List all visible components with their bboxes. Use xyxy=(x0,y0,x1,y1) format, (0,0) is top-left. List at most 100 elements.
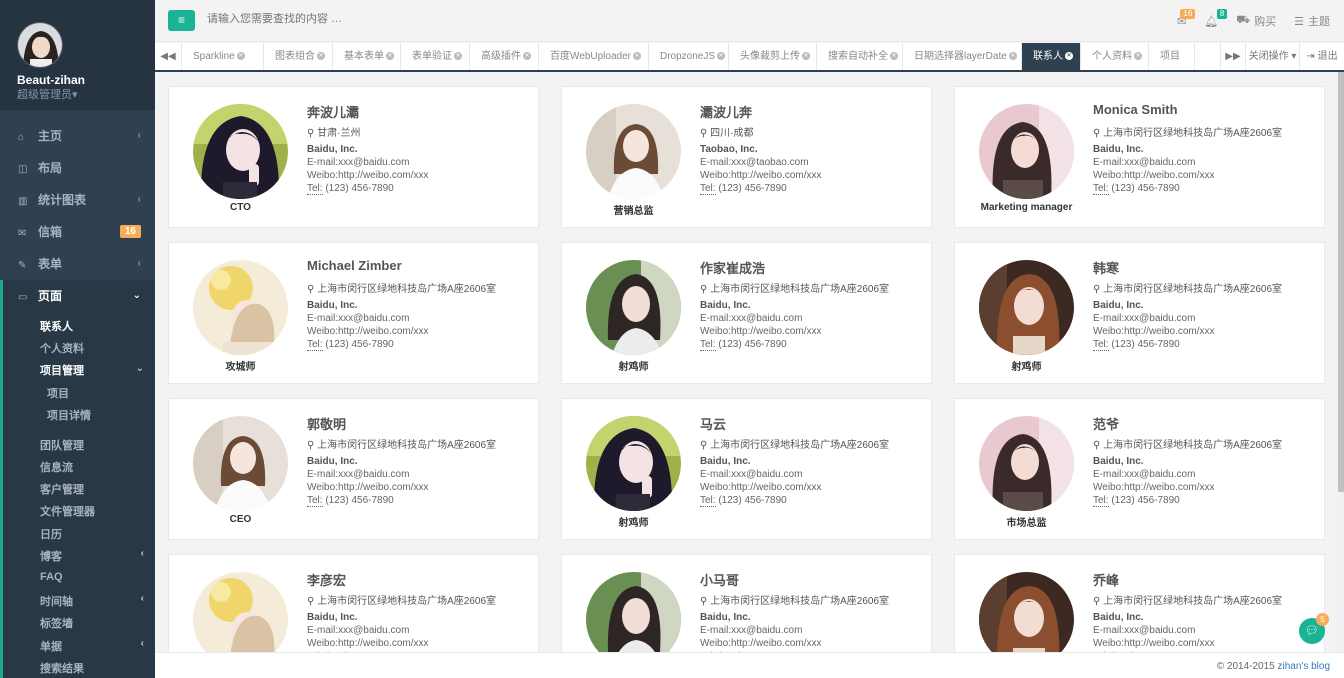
tab-scroll-right-button[interactable]: ▶▶ xyxy=(1220,43,1246,70)
contact-photo xyxy=(586,260,681,355)
contact-location: ⚲ 上海市闵行区绿地科技岛广场A座2606室 xyxy=(1093,280,1282,295)
buy-link[interactable]: ⛟ 购买 xyxy=(1236,13,1276,29)
contact-card[interactable]: Marketing manager Monica Smith ⚲ 上海市闵行区绿地科… xyxy=(954,86,1325,228)
sidebar-item-2[interactable]: ▥ 统计图表 ‹ xyxy=(0,184,155,216)
tab-close-icon[interactable]: ✕ xyxy=(632,52,641,61)
subnav-project-detail[interactable]: 项目详情 xyxy=(47,407,91,423)
bar-chart-icon: ▥ xyxy=(18,196,28,207)
contact-phone: Tel: (123) 456-7890 xyxy=(700,339,787,351)
pages-subnav: 联系人 个人资料 项目管理 ⌄ 项目 项目详情 团队管理 信息流 客户管理 文件管… xyxy=(0,310,155,678)
contact-card[interactable]: 射鸡师 马云 ⚲ 上海市闵行区绿地科技岛广场A座2606室 Baidu, Inc. E-… xyxy=(561,398,932,540)
subnav-faq[interactable]: FAQ xyxy=(40,571,63,583)
user-name[interactable]: Beaut-zihan xyxy=(17,73,85,87)
tab-4[interactable]: 高级插件 ✕ xyxy=(470,43,539,70)
contact-location-text: 上海市闵行区绿地科技岛广场A座2606室 xyxy=(710,596,890,607)
tab-close-icon[interactable]: ✕ xyxy=(890,52,898,61)
tab-close-icon[interactable]: ✕ xyxy=(523,52,531,61)
map-marker-icon: ⚲ xyxy=(1093,596,1104,607)
contact-email: E-mail:xxx@baidu.com xyxy=(1093,469,1196,480)
tab-1[interactable]: 图表组合 ✕ xyxy=(264,43,333,70)
scrollbar-thumb[interactable] xyxy=(1338,72,1344,492)
theme-link[interactable]: ☰ 主题 xyxy=(1294,13,1330,29)
tab-9[interactable]: 日期选择器layerDate ✕ xyxy=(903,43,1022,70)
subnav-calendar[interactable]: 日历 xyxy=(40,526,62,542)
subnav-profile[interactable]: 个人资料 xyxy=(40,340,84,356)
tab-close-icon[interactable]: ✕ xyxy=(317,52,325,61)
content-scrollbar[interactable] xyxy=(1338,72,1344,652)
subnav-clients[interactable]: 客户管理 xyxy=(40,481,84,497)
user-avatar[interactable] xyxy=(17,22,63,68)
subnav-search-results[interactable]: 搜索结果 xyxy=(40,660,84,676)
subnav-tags[interactable]: 标签墙 xyxy=(40,615,73,631)
tab-scroll-left-button[interactable]: ◀◀ xyxy=(155,43,182,70)
contact-card[interactable]: 攻城师 Michael Zimber ⚲ 上海市闵行区绿地科技岛广场A座2606室 B… xyxy=(168,242,539,384)
logout-button[interactable]: ⇥ 退出 xyxy=(1300,43,1344,70)
tab-0[interactable]: Sparkline ✕ xyxy=(182,43,264,70)
contact-card[interactable]: CEO 郭敬明 ⚲ 上海市闵行区绿地科技岛广场A座2606室 Baidu, Inc. E… xyxy=(168,398,539,540)
chevron-left-icon: ‹ xyxy=(140,548,144,559)
tab-close-icon[interactable]: ✕ xyxy=(717,52,726,61)
user-role-dropdown[interactable]: 超级管理员▾ xyxy=(17,86,78,102)
mail-notification[interactable]: ✉ 16 xyxy=(1177,8,1196,28)
contact-card[interactable]: 乔峰 ⚲ 上海市闵行区绿地科技岛广场A座2606室 Baidu, Inc. E-mai… xyxy=(954,554,1325,652)
alert-notification[interactable]: 🔔︎ 8 xyxy=(1204,8,1228,28)
tab-close-icon[interactable]: ✕ xyxy=(1008,52,1017,61)
close-operations-dropdown[interactable]: 关闭操作 ▾ xyxy=(1246,43,1300,70)
subnav-timeline[interactable]: 时间轴 ‹ xyxy=(40,593,148,609)
contact-card[interactable]: 营销总监 灞波儿奔 ⚲ 四川·成都 Taobao, Inc. E-mail:xxx@ta… xyxy=(561,86,932,228)
tab-3[interactable]: 表单验证 ✕ xyxy=(401,43,470,70)
cart-icon: ⛟ xyxy=(1236,14,1251,26)
blog-link[interactable]: zihan's blog xyxy=(1278,661,1331,672)
subnav-projects[interactable]: 项目 xyxy=(47,385,69,401)
sidebar-item-5[interactable]: ▭ 页面 ⌄ xyxy=(0,280,155,312)
tab-12[interactable]: 项目✕ xyxy=(1149,43,1195,70)
contact-phone-number: (123) 456-7890 xyxy=(1108,183,1180,194)
contact-location: ⚲ 上海市闵行区绿地科技岛广场A座2606室 xyxy=(700,592,889,607)
subnav-files[interactable]: 文件管理器 xyxy=(40,503,95,519)
subnav-team[interactable]: 团队管理 xyxy=(40,437,84,453)
subnav-blog-label: 博客 xyxy=(40,551,62,563)
tab-5[interactable]: 百度WebUploader ✕ xyxy=(539,43,649,70)
tab-close-icon[interactable]: ✕ xyxy=(236,52,245,61)
tab-close-icon[interactable]: ✕ xyxy=(386,52,394,61)
sidebar-item-3[interactable]: ✉ 信箱 16 xyxy=(0,216,155,248)
menu-toggle-button[interactable]: ≡ xyxy=(168,10,195,31)
sidebar-item-4[interactable]: ✎ 表单 ‹ xyxy=(0,248,155,280)
home-icon: ⌂ xyxy=(18,132,25,143)
sidebar-item-1[interactable]: ◫ 布局 xyxy=(0,152,155,184)
tab-close-icon[interactable]: ✕ xyxy=(1065,52,1073,61)
tab-11[interactable]: 个人资料 ✕ xyxy=(1081,43,1149,70)
tab-10[interactable]: 联系人 ✕ xyxy=(1022,43,1081,70)
hamburger-icon: ≡ xyxy=(177,13,185,27)
subnav-project-mgmt[interactable]: 项目管理 ⌄ xyxy=(40,362,148,378)
subnav-contacts[interactable]: 联系人 xyxy=(40,318,73,334)
subnav-invoice[interactable]: 单据 ‹ xyxy=(40,638,148,654)
contact-card[interactable]: 市场总监 范爷 ⚲ 上海市闵行区绿地科技岛广场A座2606室 Baidu, Inc. E… xyxy=(954,398,1325,540)
tab-close-icon[interactable]: ✕ xyxy=(802,52,810,61)
subnav-feed[interactable]: 信息流 xyxy=(40,459,73,475)
tab-8[interactable]: 搜索自动补全 ✕ xyxy=(817,43,903,70)
tab-6[interactable]: DropzoneJS ✕ xyxy=(649,43,729,70)
contact-name: 马云 xyxy=(700,417,727,432)
contact-card[interactable]: 射鸡师 韩寒 ⚲ 上海市闵行区绿地科技岛广场A座2606室 Baidu, Inc. E-… xyxy=(954,242,1325,384)
contact-weibo: Weibo:http://weibo.com/xxx xyxy=(1093,482,1215,493)
contact-card[interactable]: 小马哥 ⚲ 上海市闵行区绿地科技岛广场A座2606室 Baidu, Inc. E-ma… xyxy=(561,554,932,652)
contact-card[interactable]: 李彦宏 ⚲ 上海市闵行区绿地科技岛广场A座2606室 Baidu, Inc. E-ma… xyxy=(168,554,539,652)
map-marker-icon: ⚲ xyxy=(1093,128,1104,139)
chat-button[interactable]: 💬︎ 5 xyxy=(1299,613,1329,644)
contact-company: Baidu, Inc. xyxy=(307,144,358,155)
subnav-project-mgmt-label: 项目管理 xyxy=(40,365,84,377)
envelope-icon: ✉ xyxy=(18,228,27,239)
page-tabs: ◀◀ Sparkline ✕ 图表组合 ✕ 基本表单 ✕ 表单验证 ✕ 高级插件 ✕ 百度WebUp… xyxy=(155,43,1344,72)
tab-2[interactable]: 基本表单 ✕ xyxy=(333,43,401,70)
tab-7[interactable]: 头像裁剪上传 ✕ xyxy=(729,43,817,70)
contact-card[interactable]: CTO 奔波儿灞 ⚲ 甘肃·兰州 Baidu, Inc. E-mail:xxx@baid… xyxy=(168,86,539,228)
tab-close-icon[interactable]: ✕ xyxy=(454,52,462,61)
sidebar-item-0[interactable]: ⌂ 主页 ‹ xyxy=(0,120,155,152)
tab-close-icon[interactable]: ✕ xyxy=(1134,52,1142,61)
search-input[interactable] xyxy=(207,13,507,25)
subnav-blog[interactable]: 博客 ‹ xyxy=(40,548,148,564)
contact-card[interactable]: 射鸡师 作家崔成浩 ⚲ 上海市闵行区绿地科技岛广场A座2606室 Baidu, Inc… xyxy=(561,242,932,384)
contact-phone-label: Tel: xyxy=(700,183,716,195)
contact-name: 郭敬明 xyxy=(307,417,347,432)
